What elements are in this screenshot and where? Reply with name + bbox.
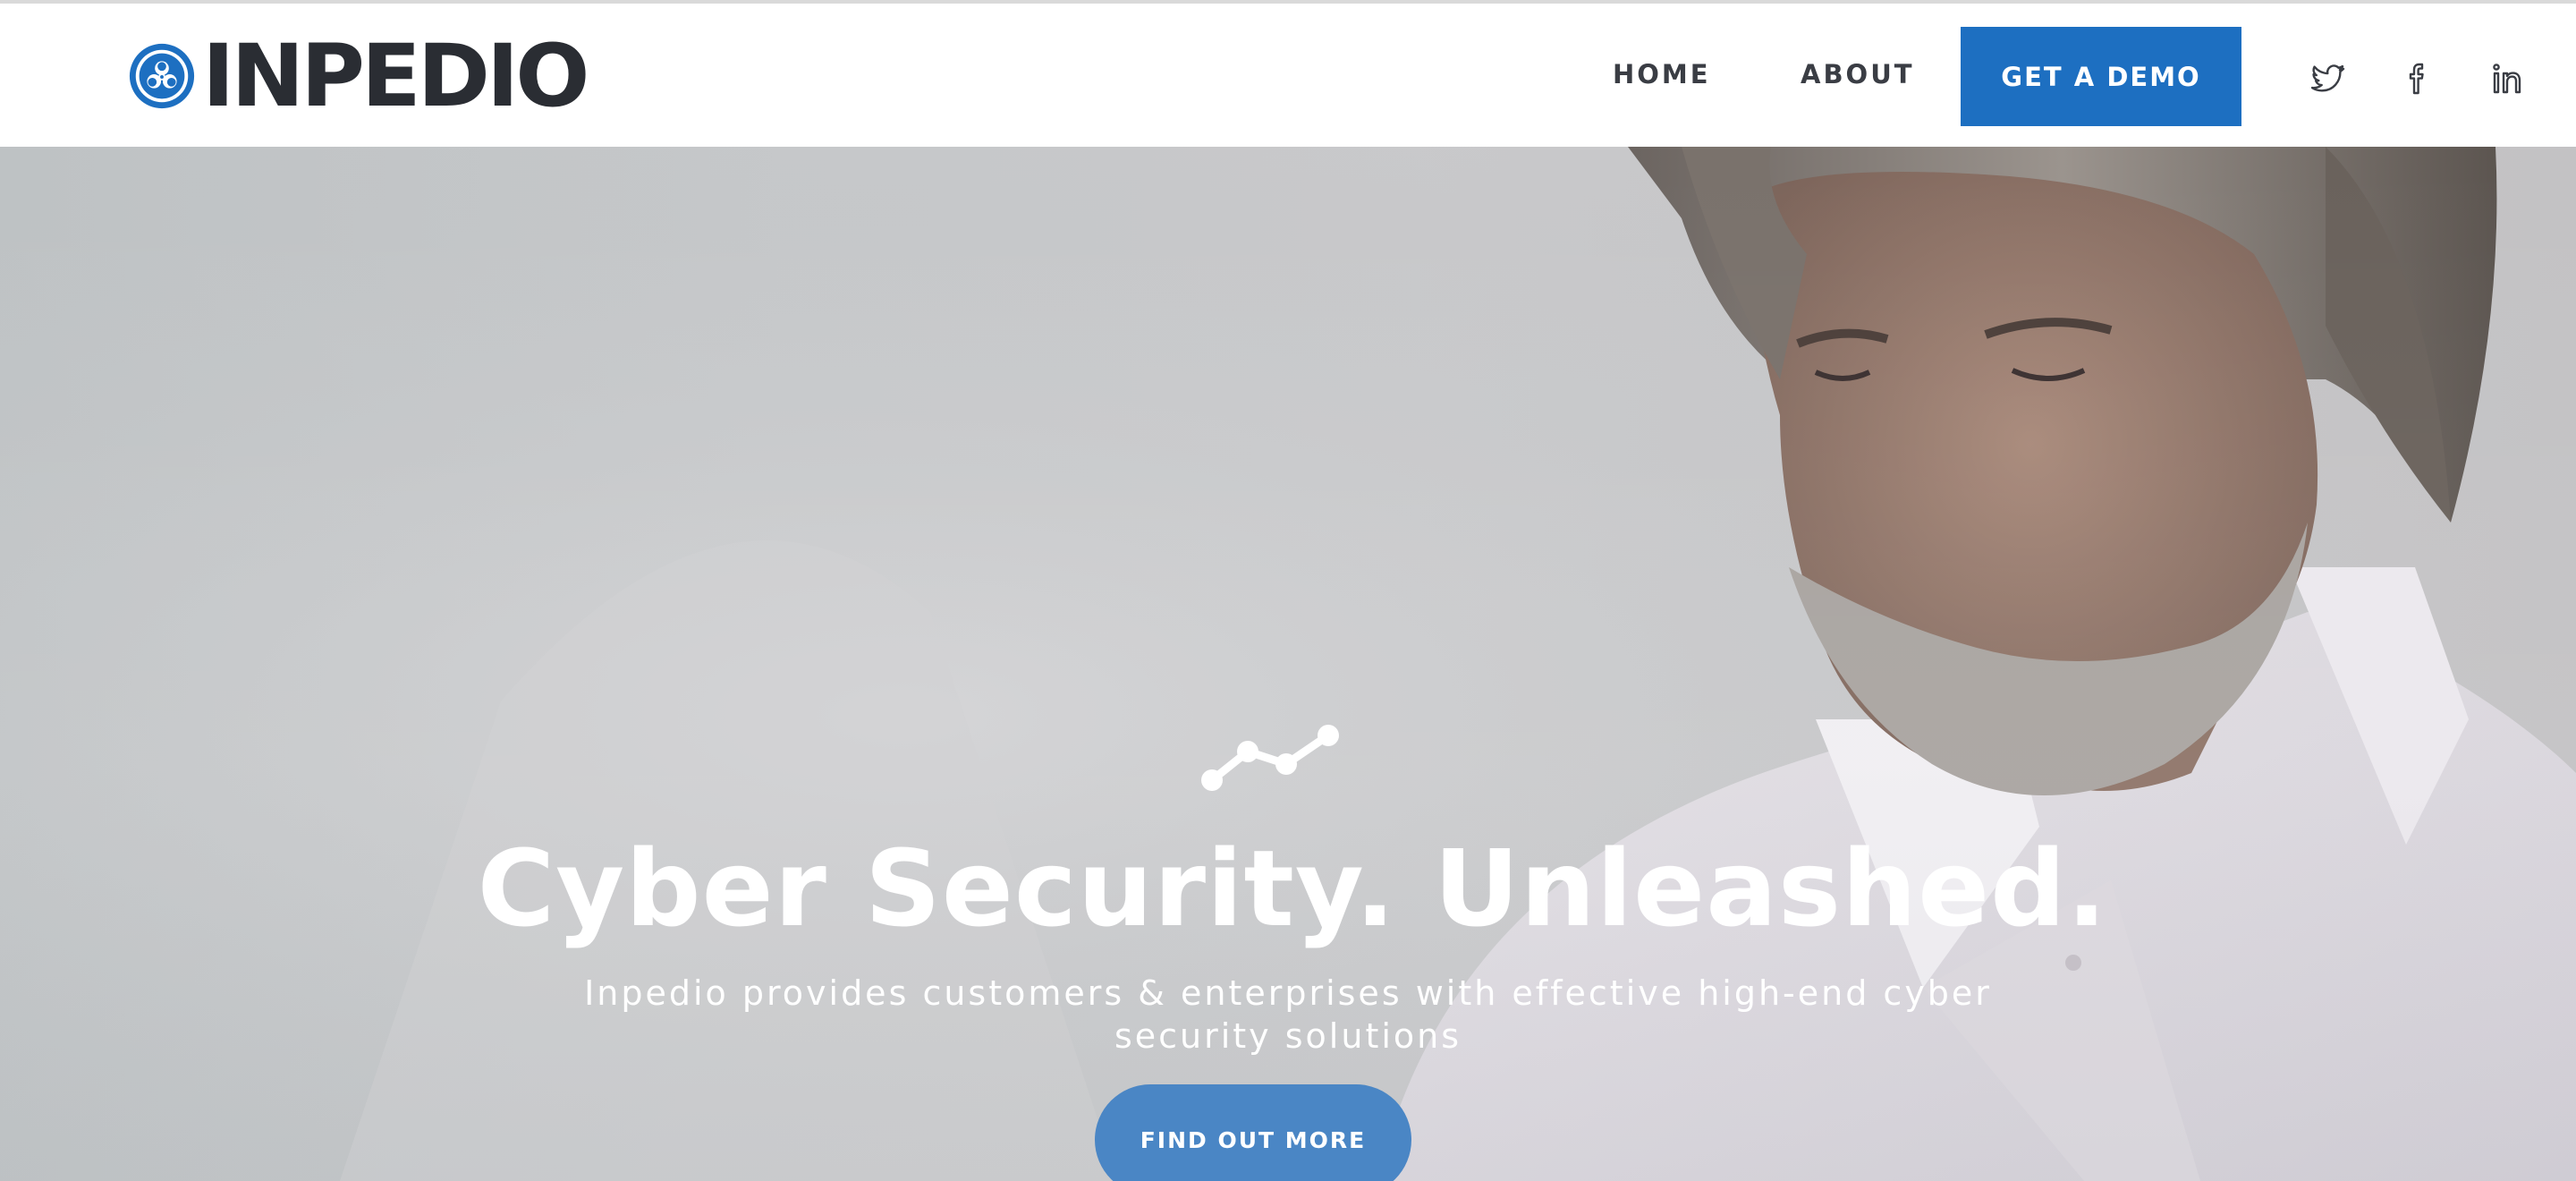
- hero-section: Cyber Security. Unleashed. Inpedio provi…: [0, 147, 2576, 1181]
- get-a-demo-button[interactable]: GET A DEMO: [1961, 27, 2241, 126]
- logo-wordmark: INPEDIO: [202, 26, 590, 126]
- nav-about[interactable]: ABOUT: [1801, 59, 1915, 89]
- linkedin-icon[interactable]: [2488, 59, 2528, 98]
- twitter-icon[interactable]: [2309, 59, 2349, 98]
- find-out-more-button[interactable]: FIND OUT MORE: [1095, 1084, 1411, 1181]
- logo[interactable]: INPEDIO: [127, 33, 590, 119]
- line-chart-icon: [1201, 725, 1339, 791]
- hero-title: Cyber Security. Unleashed.: [477, 827, 2108, 950]
- facebook-icon[interactable]: [2399, 59, 2438, 98]
- site-header: INPEDIO HOME ABOUT GET A DEMO: [0, 4, 2576, 147]
- nav-home[interactable]: HOME: [1613, 59, 1711, 89]
- biohazard-logo-icon: [129, 43, 195, 109]
- hero-subtitle: Inpedio provides customers & enterprises…: [584, 973, 1992, 1056]
